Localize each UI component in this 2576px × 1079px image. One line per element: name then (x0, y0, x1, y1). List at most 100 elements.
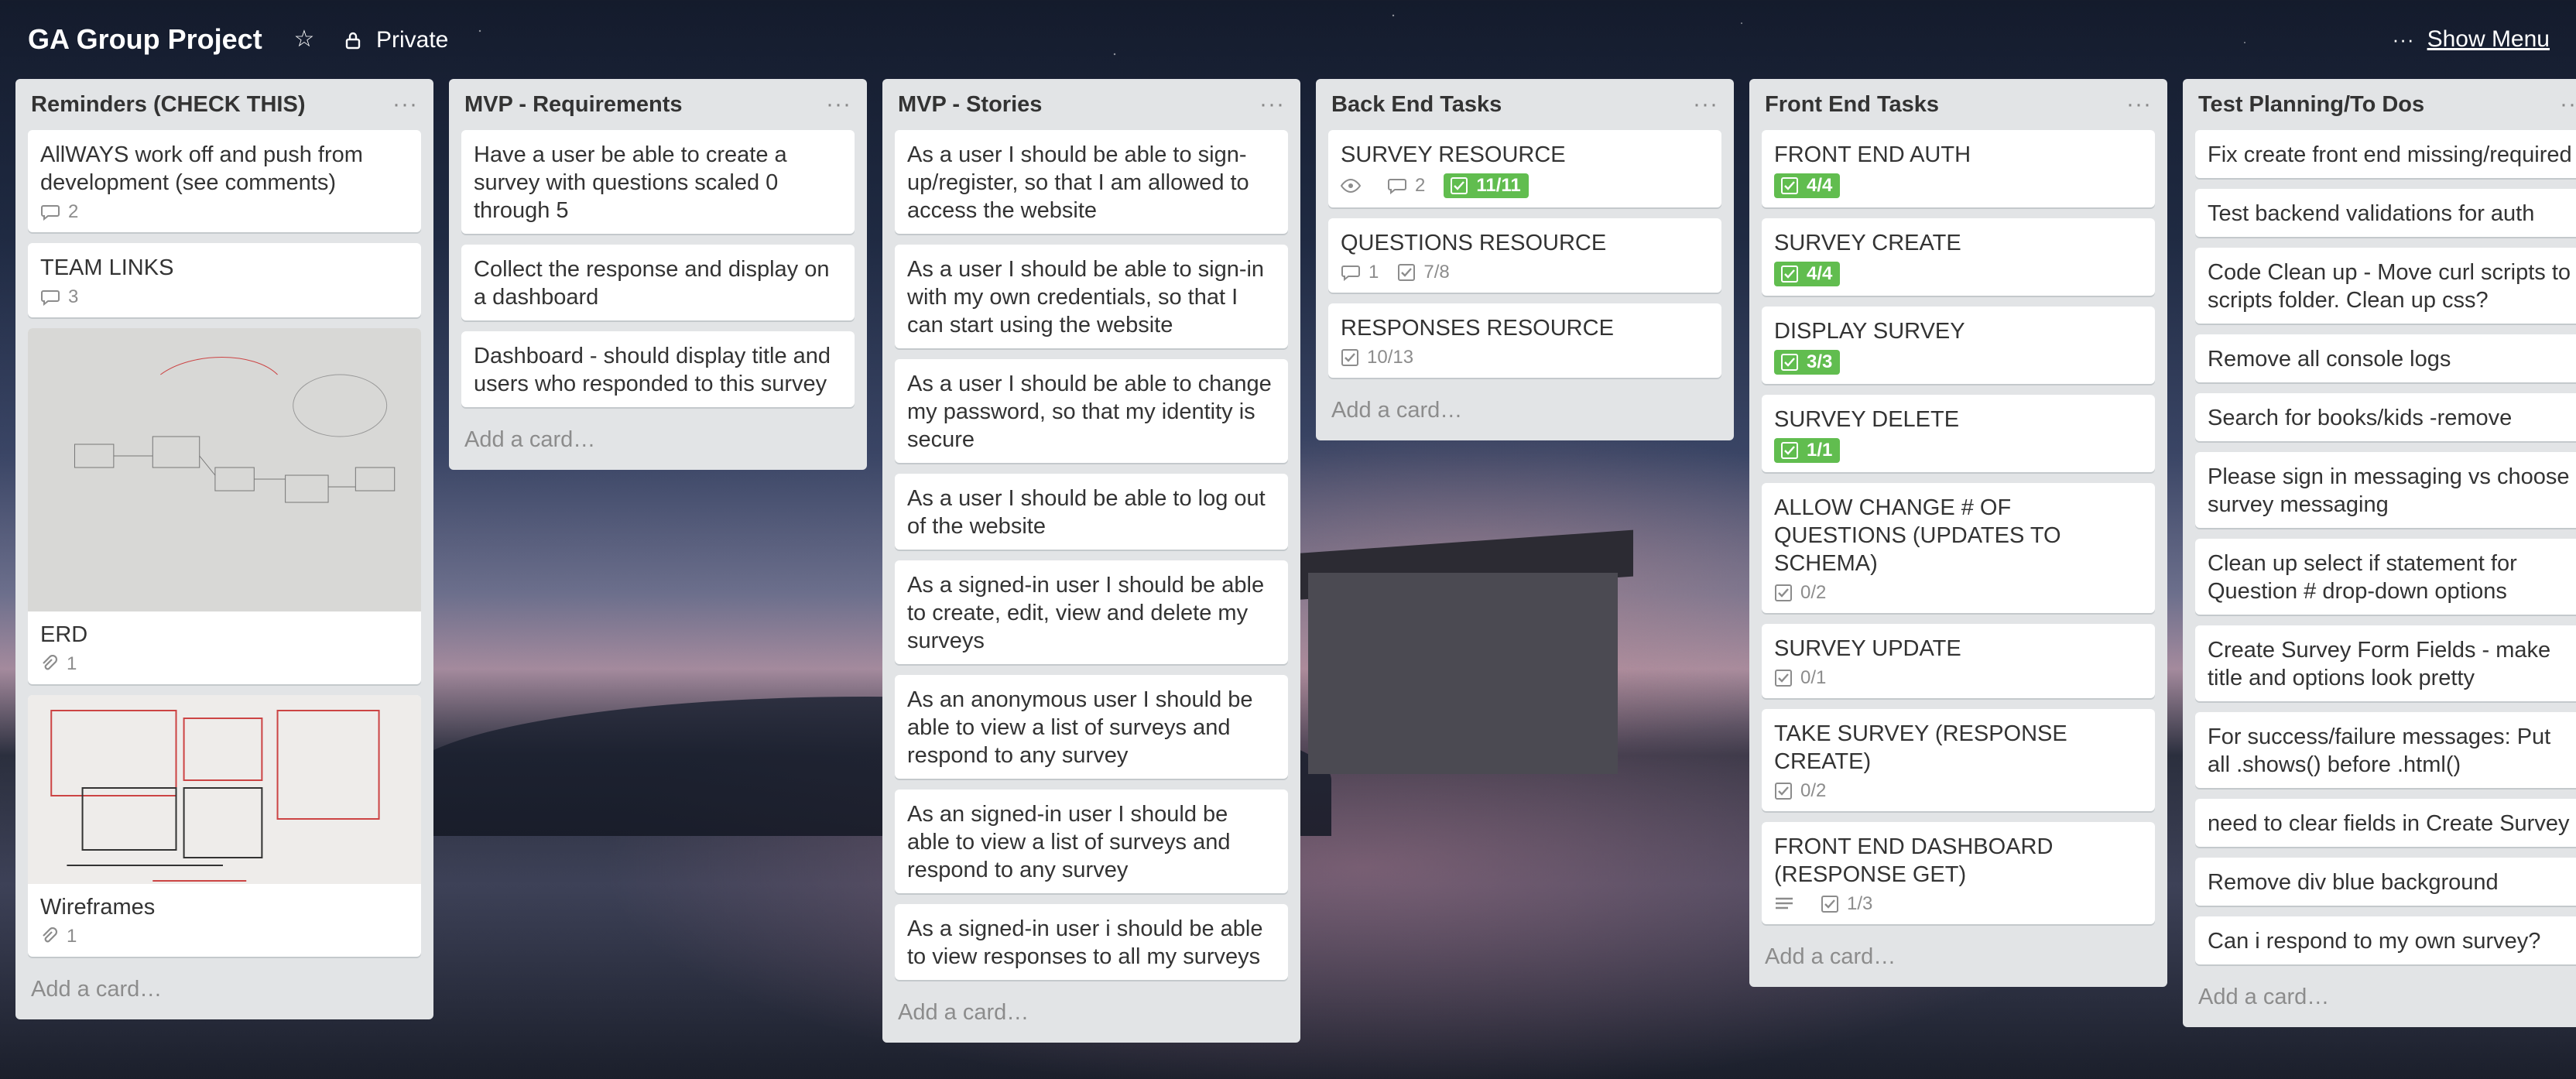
checklist-badge: 11/11 (1444, 173, 1529, 198)
card-badges: 1 (40, 926, 409, 947)
attachment-count: 1 (67, 653, 77, 674)
card-badges: 1 7/8 (1341, 262, 1709, 283)
list-card[interactable]: AllWAYS work off and push from developme… (28, 130, 421, 232)
card-title: Code Clean up - Move curl scripts to scr… (2208, 260, 2571, 313)
checklist-count: 1/1 (1807, 440, 1833, 461)
card-title: FRONT END DASHBOARD (RESPONSE GET) (1774, 834, 2054, 887)
list-card[interactable]: TAKE SURVEY (RESPONSE CREATE) 0/2 (1762, 709, 2155, 811)
list-card[interactable]: FRONT END AUTH 4/4 (1762, 130, 2155, 207)
checklist-badge: 4/4 (1774, 173, 1841, 198)
list-card[interactable]: TEAM LINKS 3 (28, 243, 421, 317)
card-title: As a signed-in user i should be able to … (907, 916, 1263, 969)
list-title[interactable]: Back End Tasks (1331, 92, 1502, 118)
checklist-icon (1781, 177, 1798, 194)
list-card[interactable]: SURVEY UPDATE 0/1 (1762, 624, 2155, 698)
list-card[interactable]: As a signed-in user i should be able to … (895, 904, 1288, 980)
list-card[interactable]: need to clear fields in Create Survey (2195, 799, 2576, 847)
checklist-count: 1/3 (1847, 893, 1873, 914)
list-card[interactable]: As a user I should be able to sign-in wi… (895, 245, 1288, 348)
list-card[interactable]: DISPLAY SURVEY 3/3 (1762, 307, 2155, 384)
comment-count: 2 (68, 201, 79, 222)
list-card[interactable]: Have a user be able to create a survey w… (461, 130, 855, 234)
add-card-button[interactable]: Add a card… (895, 991, 1288, 1043)
list-card[interactable]: As a user I should be able to change my … (895, 359, 1288, 463)
list-title[interactable]: Reminders (CHECK THIS) (31, 92, 306, 118)
privacy-button[interactable]: Private (344, 25, 448, 56)
list-card[interactable]: SURVEY RESOURCE 2 11/11 (1328, 130, 1721, 207)
card-title: RESPONSES RESOURCE (1341, 316, 1614, 341)
checklist-count: 0/1 (1800, 667, 1827, 688)
list-title[interactable]: Test Planning/To Dos (2198, 92, 2424, 118)
list-card[interactable]: Remove div blue background (2195, 858, 2576, 906)
card-badges: 3/3 (1774, 350, 2143, 375)
attachment-badge: 1 (40, 653, 77, 675)
card-title: As a user I should be able to log out of… (907, 486, 1266, 539)
list-card[interactable]: Search for books/kids -remove (2195, 393, 2576, 441)
list-card[interactable]: QUESTIONS RESOURCE 1 7/8 (1328, 218, 1721, 293)
list-card[interactable]: As a user I should be able to log out of… (895, 474, 1288, 550)
add-card-button[interactable]: Add a card… (1328, 389, 1721, 440)
list-card[interactable]: Can i respond to my own survey? (2195, 916, 2576, 964)
comment-badge: 2 (1387, 175, 1425, 197)
checklist-badge: 4/4 (1774, 262, 1841, 286)
show-menu-label: Show Menu (2427, 26, 2550, 52)
card-badges: 2 11/11 (1341, 173, 1709, 198)
list-card[interactable]: As an signed-in user I should be able to… (895, 790, 1288, 893)
list-card[interactable]: ERD 1 (28, 328, 421, 684)
list-card[interactable]: Please sign in messaging vs choose surve… (2195, 452, 2576, 528)
card-title: ERD (40, 622, 88, 647)
star-icon[interactable]: ☆ (291, 26, 317, 53)
list-title[interactable]: MVP - Stories (898, 92, 1042, 118)
list-menu-icon[interactable]: ··· (2560, 91, 2576, 118)
list-menu-icon[interactable]: ··· (1259, 91, 1285, 118)
list-card[interactable]: FRONT END DASHBOARD (RESPONSE GET) 1/3 (1762, 822, 2155, 924)
card-badges: 1 (40, 653, 409, 675)
board-header: GA Group Project ☆ Private ··· Show Menu (0, 0, 2576, 84)
card-badges: 2 (40, 201, 409, 223)
list-menu-icon[interactable]: ··· (2126, 91, 2152, 118)
list-card[interactable]: Wireframes 1 (28, 695, 421, 957)
comment-badge: 3 (40, 286, 78, 308)
card-title: As a user I should be able to change my … (907, 372, 1272, 452)
list-card[interactable]: ALLOW CHANGE # OF QUESTIONS (UPDATES TO … (1762, 483, 2155, 613)
list-menu-icon[interactable]: ··· (1693, 91, 1718, 118)
card-title: Fix create front end missing/required (2208, 142, 2572, 167)
list-header: Front End Tasks ··· (1762, 79, 2155, 130)
card-title: SURVEY DELETE (1774, 407, 1960, 432)
list-card[interactable]: Dashboard - should display title and use… (461, 331, 855, 407)
list-card[interactable]: As an anonymous user I should be able to… (895, 675, 1288, 779)
show-menu-button[interactable]: ··· Show Menu (2393, 26, 2550, 53)
list-card[interactable]: RESPONSES RESOURCE 10/13 (1328, 303, 1721, 378)
list-card[interactable]: As a signed-in user I should be able to … (895, 560, 1288, 664)
description-icon (1776, 897, 1793, 909)
add-card-button[interactable]: Add a card… (461, 418, 855, 470)
list-card[interactable]: Create Survey Form Fields - make title a… (2195, 625, 2576, 701)
list-title[interactable]: MVP - Requirements (464, 92, 682, 118)
list-card[interactable]: Fix create front end missing/required (2195, 130, 2576, 178)
add-card-button[interactable]: Add a card… (28, 968, 421, 1019)
checklist-icon (1451, 177, 1468, 194)
list-menu-icon[interactable]: ··· (392, 91, 418, 118)
list-title[interactable]: Front End Tasks (1765, 92, 1939, 118)
list-card[interactable]: SURVEY CREATE 4/4 (1762, 218, 2155, 296)
list-card[interactable]: As a user I should be able to sign-up/re… (895, 130, 1288, 234)
card-title: Create Survey Form Fields - make title a… (2208, 638, 2551, 690)
card-badges: 4/4 (1774, 262, 2143, 286)
card-title: SURVEY CREATE (1774, 231, 1961, 255)
list-menu-icon[interactable]: ··· (826, 91, 851, 118)
add-card-button[interactable]: Add a card… (1762, 935, 2155, 987)
board-title[interactable]: GA Group Project (28, 23, 262, 56)
list-card[interactable]: Collect the response and display on a da… (461, 245, 855, 320)
list-test-planning: Test Planning/To Dos ··· Fix create fron… (2183, 79, 2576, 1027)
add-card-button[interactable]: Add a card… (2195, 975, 2576, 1027)
checklist-icon (1341, 349, 1358, 366)
list-card[interactable]: For success/failure messages: Put all .s… (2195, 712, 2576, 788)
list-card[interactable]: Code Clean up - Move curl scripts to scr… (2195, 248, 2576, 324)
background-boathouse (1308, 573, 1618, 774)
checklist-icon (1781, 442, 1798, 459)
list-card[interactable]: SURVEY DELETE 1/1 (1762, 395, 2155, 472)
card-cover-image (28, 695, 421, 884)
list-card[interactable]: Test backend validations for auth (2195, 189, 2576, 237)
list-card[interactable]: Clean up select if statement for Questio… (2195, 539, 2576, 615)
list-card[interactable]: Remove all console logs (2195, 334, 2576, 382)
